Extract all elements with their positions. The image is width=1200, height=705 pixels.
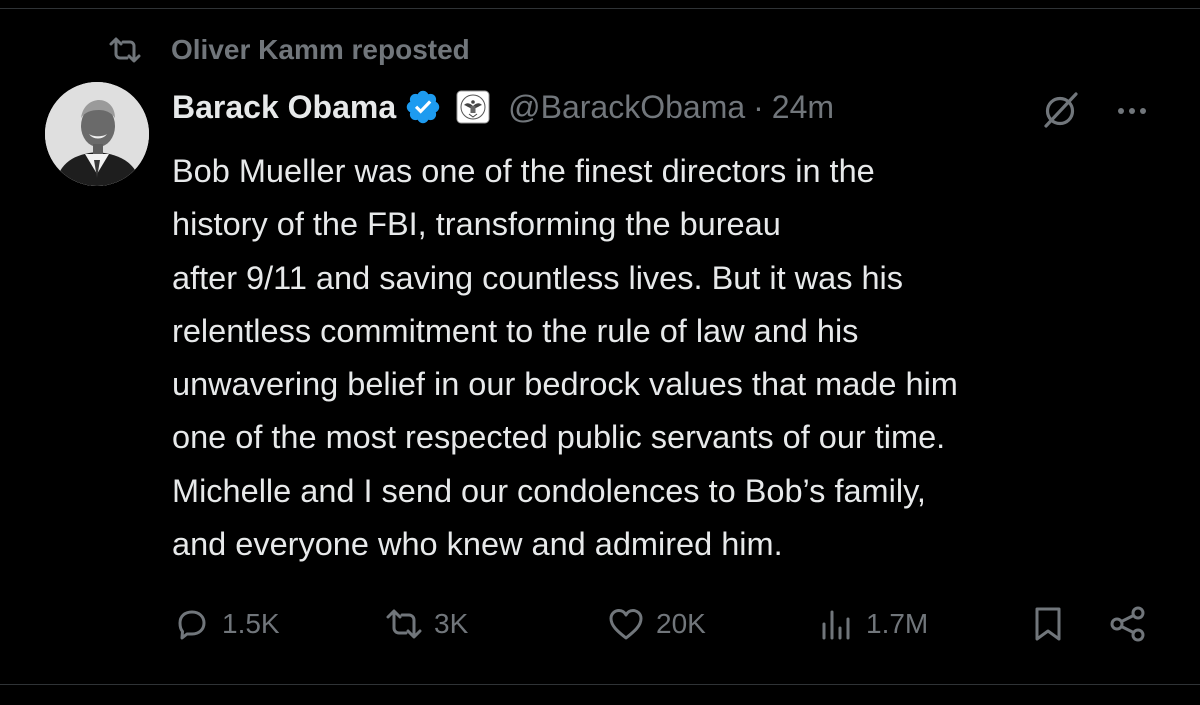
reply-count: 1.5K <box>222 608 280 639</box>
like-count: 20K <box>656 608 706 639</box>
share-button[interactable] <box>1108 600 1158 648</box>
avatar-photo <box>45 82 149 186</box>
views-button[interactable]: 1.7M <box>816 600 928 648</box>
top-divider <box>0 8 1200 9</box>
tweet-line: and everyone who knew and admired him. <box>172 526 783 563</box>
tweet-line: history of the FBI, transforming the bur… <box>172 206 781 243</box>
reply-button[interactable]: 1.5K <box>172 600 280 648</box>
views-chart-icon <box>816 604 856 644</box>
tweet-line: Michelle and I send our condolences to B… <box>172 472 926 509</box>
repost-button[interactable]: 3K <box>384 600 468 648</box>
timestamp[interactable]: 24m <box>772 89 834 126</box>
bottom-divider <box>0 684 1200 685</box>
tweet-line: relentless commitment to the rule of law… <box>172 312 859 349</box>
tweet-line: unwavering belief in our bedrock values … <box>172 366 958 403</box>
repost-icon <box>105 30 145 70</box>
reply-icon <box>172 604 212 644</box>
like-button[interactable]: 20K <box>606 600 706 648</box>
separator-dot: · <box>753 88 764 125</box>
repost-banner[interactable]: Oliver Kamm reposted <box>105 30 470 70</box>
repost-icon <box>384 604 424 644</box>
tweet-text: Bob Mueller was one of the finest direct… <box>172 145 1162 571</box>
tweet-header: Barack Obama @BarackObama · 24m <box>172 84 834 130</box>
repost-banner-text: Oliver Kamm reposted <box>171 34 470 65</box>
heart-icon <box>606 604 646 644</box>
author-handle[interactable]: @BarackObama <box>508 89 745 126</box>
repost-count: 3K <box>434 608 469 639</box>
tweet-line: one of the most respected public servant… <box>172 419 946 456</box>
avatar[interactable] <box>45 82 149 186</box>
views-count: 1.7M <box>866 608 929 639</box>
action-bar: 1.5K 3K 20K 1.7M <box>172 600 1162 648</box>
government-seal-icon[interactable] <box>456 89 492 125</box>
share-icon <box>1108 604 1148 644</box>
verified-badge-icon[interactable] <box>404 87 444 127</box>
tweet-line: after 9/11 and saving countless lives. B… <box>172 259 904 296</box>
bookmark-icon <box>1028 604 1068 644</box>
tweet-line: Bob Mueller was one of the finest direct… <box>172 153 875 189</box>
bookmark-button[interactable] <box>1028 600 1078 648</box>
author-name[interactable]: Barack Obama <box>172 89 396 126</box>
grok-icon[interactable] <box>1038 88 1082 132</box>
more-options-icon[interactable] <box>1112 96 1152 126</box>
